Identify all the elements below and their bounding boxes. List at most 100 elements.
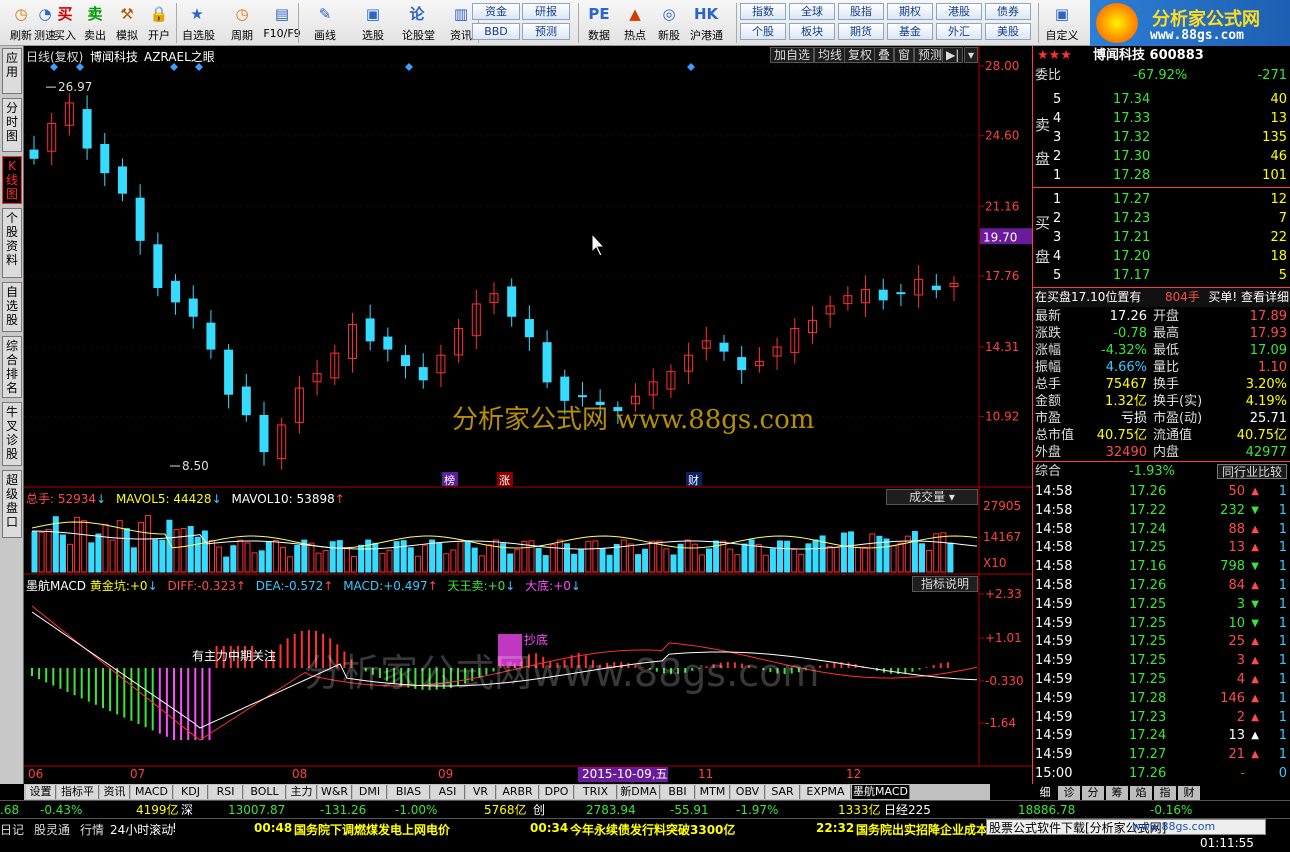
indicator-tab-22[interactable]: 墨航MACD: [852, 785, 910, 799]
news-nav-1[interactable]: 股灵通: [34, 821, 70, 838]
left-tab-6[interactable]: 牛叉诊股: [2, 402, 22, 466]
candle-body: [719, 342, 729, 352]
indicator-tab-16[interactable]: 新DMA: [618, 785, 660, 799]
left-tab-3[interactable]: 个股资料: [2, 208, 22, 278]
toolbar-btn-期货[interactable]: 期货: [838, 23, 884, 40]
toolbar-btn-板块[interactable]: 板块: [789, 23, 835, 40]
indicator-tab-6[interactable]: BOLL: [244, 785, 286, 799]
quote-tab-6[interactable]: 财: [1178, 786, 1200, 800]
toolbar-btn-研报[interactable]: 研报: [522, 3, 570, 20]
indicator-tab-12[interactable]: VR: [466, 785, 496, 799]
custom-button[interactable]: ▣ 自定义: [1042, 2, 1082, 44]
toolbar-button-11[interactable]: 论论股堂: [402, 2, 435, 44]
toolbar-button-15[interactable]: ◎ 新股: [654, 2, 684, 44]
quote-tab-5[interactable]: 指: [1154, 786, 1176, 800]
chart-menu-1[interactable]: 均线: [814, 47, 847, 63]
indicator-tab-7[interactable]: 主力: [287, 785, 317, 799]
toolbar-btn-港股[interactable]: 港股: [936, 3, 982, 20]
quote-tab-2[interactable]: 分: [1082, 786, 1104, 800]
left-tab-4[interactable]: 自选股: [2, 282, 22, 332]
indicator-tab-3[interactable]: MACD: [131, 785, 173, 799]
indicator-tab-21[interactable]: EXPMA: [801, 785, 851, 799]
indicator-tab-5[interactable]: RSI: [209, 785, 243, 799]
toolbar-button-10[interactable]: ▣ 选股: [358, 2, 388, 44]
indicator-tab-13[interactable]: ARBR: [497, 785, 539, 799]
toolbar-button-13[interactable]: PE 数据: [584, 2, 614, 44]
indicator-tab-11[interactable]: ASI: [431, 785, 465, 799]
notice-detail-link[interactable]: 买单! 查看详细: [1208, 288, 1289, 307]
quote-tab-4[interactable]: 焰: [1130, 786, 1152, 800]
toolbar-btn-债券[interactable]: 债券: [985, 3, 1031, 20]
indicator-tab-9[interactable]: DMI: [353, 785, 387, 799]
chevron-down-icon[interactable]: ▾: [964, 47, 979, 63]
volume-indicator-select[interactable]: 成交量 ▾: [886, 489, 978, 505]
toolbar-button-2[interactable]: 买买入: [50, 2, 80, 44]
tick-time: 14:59: [1035, 709, 1073, 725]
toolbar-btn-全球[interactable]: 全球: [789, 3, 835, 20]
stat-value: 4.66%: [1105, 360, 1147, 375]
toolbar-btn-预测[interactable]: 预测: [522, 23, 570, 40]
indicator-tab-14[interactable]: DPO: [540, 785, 574, 799]
news-headline[interactable]: 今年永续债发行料突破3300亿: [570, 821, 735, 838]
toolbar-button-16[interactable]: HK 沪港通: [690, 2, 723, 44]
news-headline[interactable]: 国务院下调燃煤发电上网电价: [294, 821, 450, 838]
left-tab-5[interactable]: 综合排名: [2, 336, 22, 398]
toolbar-btn-外汇[interactable]: 外汇: [936, 23, 982, 40]
promo-banner[interactable]: 股票公式软件下载[分析家公式网]: [986, 819, 1266, 835]
indicator-tab-15[interactable]: TRIX: [575, 785, 617, 799]
toolbar-btn-指数[interactable]: 指数: [740, 3, 786, 20]
toolbar-button-6[interactable]: ★ 自选股: [182, 2, 215, 44]
toolbar-btn-资金[interactable]: 资金: [472, 3, 520, 20]
toolbar-btn-期权[interactable]: 期权: [887, 3, 933, 20]
news-nav-2[interactable]: 行情: [80, 821, 104, 838]
quote-tab-0[interactable]: 细: [1034, 786, 1056, 800]
volume-bar: [592, 540, 599, 573]
indicator-tab-20[interactable]: SAR: [766, 785, 800, 799]
notice-text[interactable]: 在买盘17.10位置有: [1035, 288, 1141, 307]
tick-price: 17.28: [1129, 690, 1167, 706]
chart-canvas[interactable]: 28.00 24.60 21.16 17.76 14.31 10.92 19.70 26.97…: [24, 46, 1032, 784]
chart-menu-0[interactable]: 加自选: [770, 47, 815, 63]
date-axis-label: 08: [292, 767, 307, 781]
indicator-tab-10[interactable]: BIAS: [388, 785, 430, 799]
quote-tab-1[interactable]: 诊: [1058, 786, 1080, 800]
left-tab-1[interactable]: 分时图: [2, 98, 22, 152]
fast-forward-icon[interactable]: ▶|: [942, 47, 964, 63]
toolbar-button-3[interactable]: 卖卖出: [80, 2, 110, 44]
indicator-help-button[interactable]: 指标说明: [912, 576, 978, 592]
kline-chart-area[interactable]: 28.00 24.60 21.16 17.76 14.31 10.92 19.70 26.97…: [24, 46, 1032, 784]
indicator-tab-0[interactable]: 设置: [26, 785, 56, 799]
toolbar-button-8[interactable]: ▤ F10/F9: [262, 2, 302, 44]
toolbar-button-4[interactable]: ⚒ 模拟: [112, 2, 142, 44]
indicator-tab-1[interactable]: 指标平台: [57, 785, 99, 812]
indicator-tab-19[interactable]: OBV: [731, 785, 765, 799]
left-tab-2[interactable]: K线图: [2, 156, 22, 204]
indicator-tab-2[interactable]: 资讯: [100, 785, 130, 799]
left-tab-7[interactable]: 超级盘口: [2, 470, 22, 538]
toolbar-btn-美股[interactable]: 美股: [985, 23, 1031, 40]
news-nav-3[interactable]: 24小时滚动: [110, 821, 173, 838]
toolbar-btn-个股[interactable]: 个股: [740, 23, 786, 40]
indicator-tab-8[interactable]: W&R: [318, 785, 352, 799]
indicator-tab-17[interactable]: BBI: [661, 785, 695, 799]
tick-volume: 88: [1228, 521, 1245, 537]
toolbar-btn-BBD[interactable]: BBD: [472, 23, 520, 40]
toolbar-btn-基金[interactable]: 基金: [887, 23, 933, 40]
left-tab-0[interactable]: 应用: [2, 48, 22, 94]
indicator-tab-4[interactable]: KDJ: [174, 785, 208, 799]
news-nav-0[interactable]: 日记: [0, 821, 24, 838]
indicator-tab-18[interactable]: MTM: [696, 785, 730, 799]
quote-tab-3[interactable]: 筹: [1106, 786, 1128, 800]
toolbar-button-14[interactable]: ▲ 热点: [620, 2, 650, 44]
toolbar-button-5[interactable]: 🔒 开户: [144, 2, 174, 44]
tick-row: 14:58 17.16 798 ▼ 1: [1033, 557, 1290, 576]
toolbar-button-7[interactable]: ◷ 周期: [222, 2, 262, 44]
toolbar-btn-股指[interactable]: 股指: [838, 3, 884, 20]
chart-menu-2[interactable]: 复权: [844, 47, 877, 63]
toolbar-button-9[interactable]: ✎ 画线: [310, 2, 340, 44]
industry-compare-button[interactable]: 同行业比较: [1216, 464, 1287, 479]
news-headline[interactable]: 国务院出实招降企业成本: [856, 821, 988, 838]
volume-bar: [826, 546, 833, 573]
chart-menu-4[interactable]: 窗: [894, 47, 915, 63]
chart-menu-3[interactable]: 叠: [874, 47, 895, 63]
